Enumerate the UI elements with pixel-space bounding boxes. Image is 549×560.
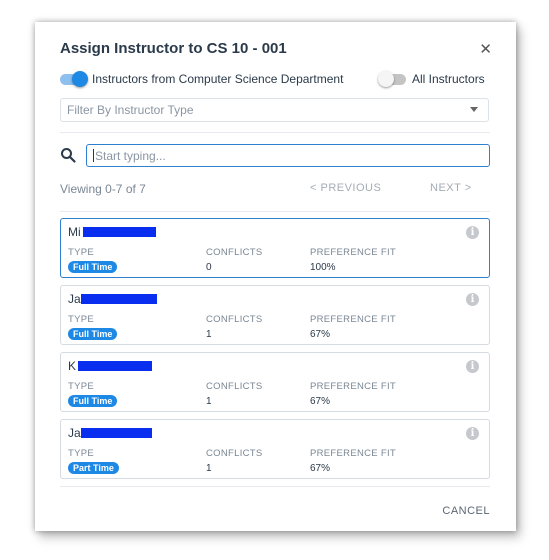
preference-label: PREFERENCE FIT [310,448,397,459]
viewing-count: Viewing 0-7 of 7 [60,182,146,196]
preference-label: PREFERENCE FIT [310,247,397,258]
conflicts-value: 1 [206,329,212,340]
type-label: TYPE [68,381,95,392]
instructor-name: Ja [68,426,81,440]
cancel-button[interactable]: CANCEL [442,505,490,517]
redaction-bar [83,227,156,237]
conflicts-label: CONFLICTS [206,247,263,258]
filter-placeholder: Filter By Instructor Type [67,103,194,117]
type-badge: Full Time [68,395,118,407]
info-icon[interactable]: i [466,293,479,306]
search-input[interactable]: Start typing... [86,144,490,167]
instructor-name: K [68,359,77,373]
conflicts-value: 1 [206,396,212,407]
search-placeholder: Start typing... [95,148,166,163]
type-label: TYPE [68,448,95,459]
instructor-card[interactable]: Ja i TYPE CONFLICTS PREFERENCE FIT Part … [60,419,490,479]
department-toggle[interactable]: Instructors from Computer Science Depart… [60,70,344,87]
preference-value: 67% [310,396,331,407]
all-instructors-toggle[interactable]: All Instructors [378,70,485,87]
conflicts-label: CONFLICTS [206,448,263,459]
department-toggle-label: Instructors from Computer Science Depart… [92,72,344,86]
all-instructors-toggle-label: All Instructors [412,72,485,86]
instructor-type-filter[interactable]: Filter By Instructor Type [60,98,489,122]
preference-label: PREFERENCE FIT [310,314,397,325]
preference-value: 67% [310,463,331,474]
conflicts-value: 1 [206,463,212,474]
redaction-bar [81,294,157,304]
info-icon[interactable]: i [466,360,479,373]
next-button[interactable]: NEXT > [430,182,472,194]
type-badge: Full Time [68,261,118,273]
info-icon[interactable]: i [466,427,479,440]
type-badge: Full Time [68,328,118,340]
assign-instructor-dialog: Assign Instructor to CS 10 - 001 ✕ Instr… [35,22,516,531]
instructor-card[interactable]: K i TYPE CONFLICTS PREFERENCE FIT Full T… [60,352,490,412]
divider [60,486,490,487]
dialog-title: Assign Instructor to CS 10 - 001 [60,40,287,57]
conflicts-label: CONFLICTS [206,381,263,392]
department-toggle-switch[interactable] [60,70,88,87]
divider [60,132,490,133]
conflicts-label: CONFLICTS [206,314,263,325]
conflicts-value: 0 [206,262,212,273]
all-instructors-toggle-switch[interactable] [378,70,406,87]
type-label: TYPE [68,247,95,258]
instructor-name: Mi [68,225,81,239]
search-icon [61,148,76,163]
instructor-name: Ja [68,292,81,306]
redaction-bar [81,428,152,438]
chevron-down-icon [470,107,478,112]
redaction-bar [78,361,152,371]
instructor-card[interactable]: Ja i TYPE CONFLICTS PREFERENCE FIT Full … [60,285,490,345]
previous-button[interactable]: < PREVIOUS [310,182,381,194]
info-icon[interactable]: i [466,226,479,239]
type-label: TYPE [68,314,95,325]
instructor-card[interactable]: Mi i TYPE CONFLICTS PREFERENCE FIT Full … [60,218,490,278]
close-icon[interactable]: ✕ [479,40,492,58]
preference-value: 67% [310,329,331,340]
type-badge: Part Time [68,462,119,474]
preference-value: 100% [310,262,336,273]
divider [60,211,490,212]
preference-label: PREFERENCE FIT [310,381,397,392]
